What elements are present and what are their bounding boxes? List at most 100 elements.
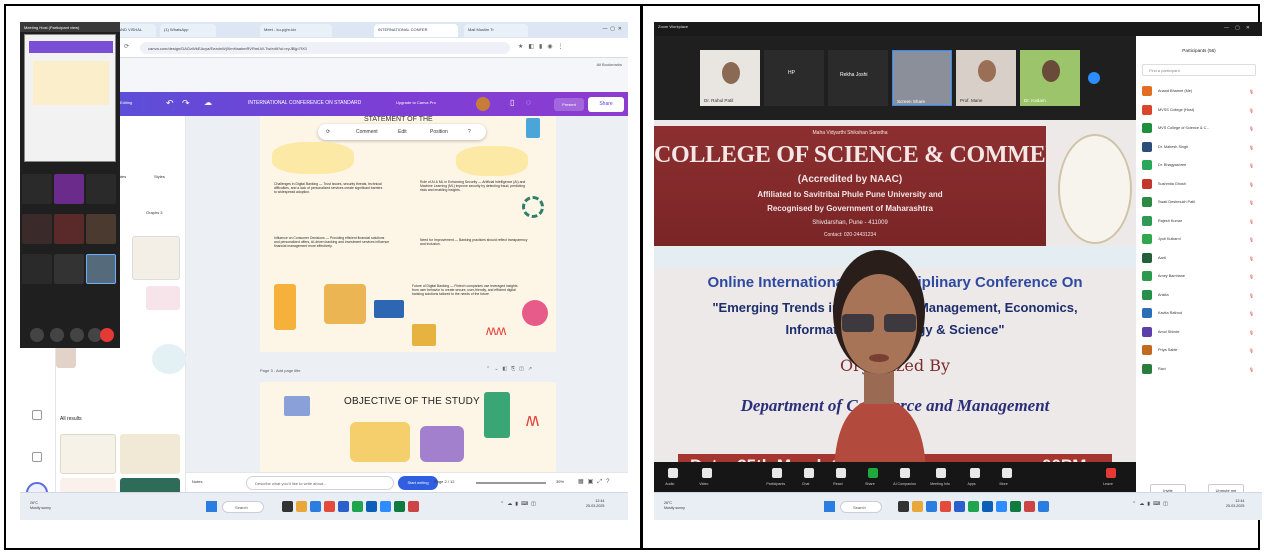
app-icon[interactable] bbox=[1038, 501, 1049, 512]
comment-icon[interactable]: ◌ bbox=[526, 98, 531, 107]
browser-tab[interactable]: Mail Muslim Tr bbox=[464, 24, 528, 37]
participant-row[interactable]: Sushmita Ghosh 🎙 bbox=[1142, 175, 1256, 193]
word-icon[interactable] bbox=[982, 501, 993, 512]
zoom-window-controls[interactable]: —▢✕ bbox=[1224, 25, 1256, 31]
video-thumbnail[interactable]: Screen Share bbox=[892, 50, 952, 106]
zoom-icon[interactable] bbox=[380, 501, 391, 512]
more-icon[interactable] bbox=[1002, 468, 1012, 478]
participant-tile[interactable] bbox=[22, 214, 52, 244]
participant-tile[interactable] bbox=[54, 174, 84, 204]
participant-tile[interactable] bbox=[86, 254, 116, 284]
react-icon[interactable] bbox=[836, 468, 846, 478]
refresh-icon[interactable]: ⟳ bbox=[326, 129, 330, 135]
participant-tile[interactable] bbox=[86, 214, 116, 244]
share-icon[interactable] bbox=[50, 328, 64, 342]
template-thumbnail[interactable] bbox=[146, 286, 180, 310]
template-thumbnail[interactable] bbox=[152, 344, 186, 374]
side-tab-styles[interactable]: Styles bbox=[154, 174, 165, 179]
video-thumbnail[interactable]: Dr. Kadam bbox=[1020, 50, 1080, 106]
rail-item-projects[interactable] bbox=[32, 410, 42, 420]
system-tray-icons[interactable]: ⌃☁▮⌨◫ bbox=[1132, 501, 1171, 507]
app-icon[interactable] bbox=[338, 501, 349, 512]
share-button[interactable]: Share bbox=[588, 97, 624, 112]
share-screen-icon[interactable] bbox=[868, 468, 878, 478]
page-indicator[interactable]: Page 2 / 12 bbox=[434, 479, 454, 484]
slide-page-2[interactable]: ⟳ Comment Edit Position ? STATEMENT OF T… bbox=[260, 116, 556, 352]
text-block-consumer[interactable]: Influence on Consumer Decisions — Provid… bbox=[274, 236, 390, 249]
chat-icon[interactable] bbox=[804, 468, 814, 478]
task-view-icon[interactable] bbox=[898, 501, 909, 512]
participant-row[interactable]: Swati Deshmukh Patil 🎙 bbox=[1142, 193, 1256, 211]
start-writing-button[interactable]: Start writing bbox=[398, 476, 438, 490]
participant-row[interactable]: Ravi 🎙 bbox=[1142, 360, 1256, 378]
rail-item-apps[interactable] bbox=[32, 452, 42, 462]
text-block-ai-ml[interactable]: Role of AI & ML in Enhancing Security — … bbox=[420, 180, 528, 193]
view-icons[interactable]: ▦▣⤢? bbox=[578, 478, 613, 486]
participants-icon[interactable] bbox=[772, 468, 782, 478]
notes-button[interactable]: Notes bbox=[192, 479, 202, 484]
upgrade-button[interactable]: Upgrade to Canva Pro bbox=[396, 100, 436, 105]
taskbar-search[interactable]: Search bbox=[222, 501, 264, 513]
page-tools[interactable]: ⌃⌄◧⎘◫↗ bbox=[486, 366, 536, 372]
participant-row[interactable]: MVS College of Science & C... 🎙 bbox=[1142, 119, 1256, 137]
video-thumbnail[interactable]: Dr. Rahul Patil bbox=[700, 50, 760, 106]
video-thumbnail[interactable]: Rekha Joshi bbox=[828, 50, 888, 106]
weather-widget[interactable]: 26°C Mostly sunny bbox=[664, 501, 685, 511]
app-icon[interactable] bbox=[1024, 501, 1035, 512]
position-menu-item[interactable]: Position bbox=[430, 129, 448, 135]
bookmarks-link[interactable]: All Bookmarks bbox=[596, 62, 622, 67]
video-thumbnail[interactable]: Prof. Mane bbox=[956, 50, 1016, 106]
system-tray-icons[interactable]: ⌃☁▮⌨◫ bbox=[500, 501, 539, 507]
participant-row[interactable]: Kavita Rathod 🎙 bbox=[1142, 304, 1256, 322]
file-explorer-icon[interactable] bbox=[296, 501, 307, 512]
chrome-icon[interactable] bbox=[324, 501, 335, 512]
video-thumbnail[interactable]: HP bbox=[764, 50, 824, 106]
taskbar-search[interactable]: Search bbox=[840, 501, 882, 513]
app-icon[interactable] bbox=[968, 501, 979, 512]
zoom-level[interactable]: 39% bbox=[556, 479, 564, 484]
filter-chip[interactable]: Graphs 3 bbox=[146, 210, 162, 215]
app-icon[interactable] bbox=[408, 501, 419, 512]
word-icon[interactable] bbox=[366, 501, 377, 512]
info-icon[interactable] bbox=[936, 468, 946, 478]
zoom-icon[interactable] bbox=[996, 501, 1007, 512]
microphone-icon[interactable] bbox=[668, 468, 678, 478]
weather-widget[interactable]: 26°C Mostly sunny bbox=[30, 501, 51, 511]
participant-row[interactable]: Rajesh Kumar 🎙 bbox=[1142, 212, 1256, 230]
template-thumbnail[interactable] bbox=[132, 236, 180, 280]
leave-icon[interactable] bbox=[1106, 468, 1116, 478]
chrome-icon[interactable] bbox=[940, 501, 951, 512]
analytics-icon[interactable]: ▯ bbox=[510, 98, 514, 107]
task-view-icon[interactable] bbox=[282, 501, 293, 512]
participant-tile[interactable] bbox=[54, 214, 84, 244]
zoom-slider[interactable] bbox=[476, 482, 546, 484]
text-block-future[interactable]: Future of Digital Banking — Fintech comp… bbox=[412, 284, 524, 297]
edge-icon[interactable] bbox=[310, 501, 321, 512]
end-call-icon[interactable] bbox=[100, 328, 114, 342]
user-avatar[interactable] bbox=[476, 97, 490, 111]
page-label[interactable]: Page 3 - Add page title bbox=[260, 368, 300, 373]
participant-row[interactable]: Dr. Bhagyashree 🎙 bbox=[1142, 156, 1256, 174]
file-explorer-icon[interactable] bbox=[912, 501, 923, 512]
undo-icon[interactable]: ↶ bbox=[166, 98, 174, 109]
participant-row[interactable]: Jyoti Kulkarni 🎙 bbox=[1142, 230, 1256, 248]
template-thumbnail[interactable] bbox=[60, 434, 116, 474]
app-icon[interactable] bbox=[954, 501, 965, 512]
browser-tab[interactable]: (1) WhatsApp bbox=[160, 24, 216, 37]
raise-hand-icon[interactable] bbox=[70, 328, 84, 342]
windows-start-icon[interactable] bbox=[206, 501, 217, 512]
edge-icon[interactable] bbox=[926, 501, 937, 512]
excel-icon[interactable] bbox=[394, 501, 405, 512]
present-button[interactable]: Present bbox=[554, 98, 584, 111]
participant-tile[interactable] bbox=[22, 174, 52, 204]
browser-tab[interactable]: Meet - ku-pghr-kix bbox=[260, 24, 332, 37]
apps-icon[interactable] bbox=[970, 468, 980, 478]
design-title[interactable]: INTERNATIONAL CONFERENCE ON STANDARD bbox=[248, 100, 361, 106]
extension-icons[interactable]: ★◧▮◉⋮ bbox=[518, 43, 569, 50]
participant-search-input[interactable]: Find a participant bbox=[1142, 64, 1256, 76]
windows-start-icon[interactable] bbox=[824, 501, 835, 512]
ai-companion-icon[interactable] bbox=[900, 468, 910, 478]
editing-mode-button[interactable]: Editing bbox=[120, 100, 132, 105]
browser-tab-active[interactable]: INTERNATIONAL CONFER bbox=[374, 24, 458, 37]
participant-tile[interactable] bbox=[54, 254, 84, 284]
